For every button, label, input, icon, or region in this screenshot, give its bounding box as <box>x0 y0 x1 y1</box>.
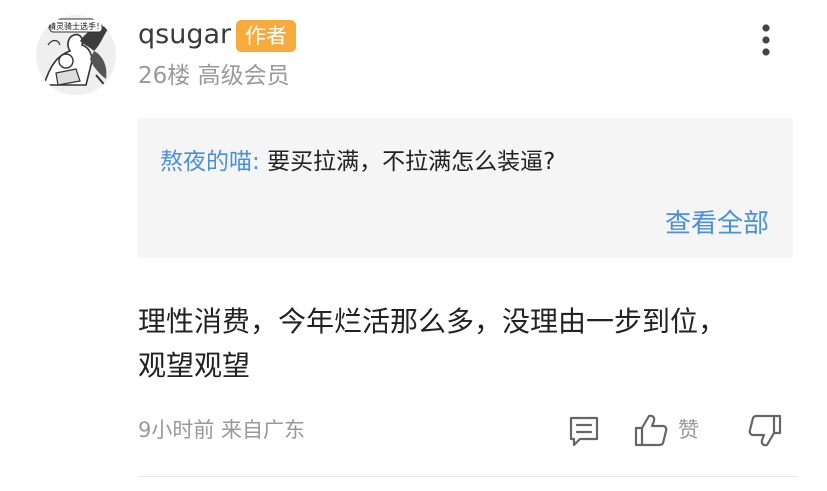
thumbs-up-icon[interactable] <box>632 411 670 449</box>
thumbs-down-icon[interactable] <box>746 412 784 450</box>
time-location: 9小时前 来自广东 <box>138 418 306 442</box>
divider <box>138 476 798 477</box>
comment-content: 理性消费，今年烂活那么多，没理由一步到位， 观望观望 <box>138 300 798 388</box>
avatar[interactable]: 精灵骑士选手！ <box>36 15 116 95</box>
username[interactable]: qsugar <box>138 17 231 53</box>
quote-text: 要买拉满，不拉满怎么装逼? <box>267 149 556 175</box>
member-level: 高级会员 <box>197 63 290 89</box>
more-vertical-icon[interactable] <box>754 22 778 58</box>
floor-number: 26楼 <box>138 63 191 89</box>
quote-text-line: 熬夜的喵: 要买拉满，不拉满怎么装逼? <box>160 146 555 178</box>
quote-author[interactable]: 熬夜的喵: <box>160 149 260 175</box>
reply-comment-icon[interactable] <box>566 413 602 449</box>
content-line: 观望观望 <box>138 349 251 382</box>
content-line: 理性消费，今年烂活那么多，没理由一步到位， <box>138 305 727 338</box>
author-badge: 作者 <box>236 20 296 52</box>
quoted-reply[interactable]: 熬夜的喵: 要买拉满，不拉满怎么装逼? 查看全部 <box>138 118 793 258</box>
like-label[interactable]: 赞 <box>678 414 699 446</box>
comment-meta: 26楼 高级会员 <box>138 59 290 93</box>
avatar-caption: 精灵骑士选手！ <box>48 21 104 31</box>
view-all-link[interactable]: 查看全部 <box>665 206 769 242</box>
